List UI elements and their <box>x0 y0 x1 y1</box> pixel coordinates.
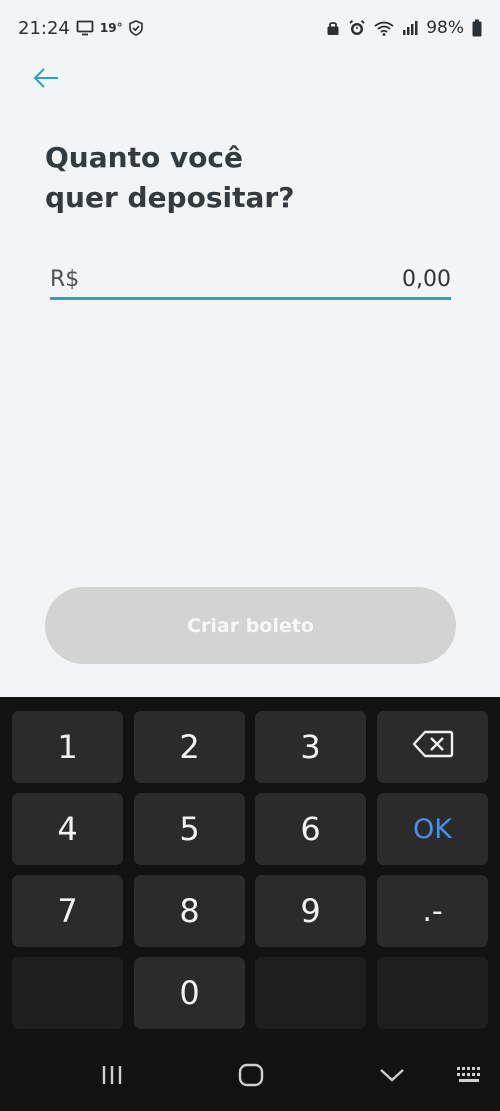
keyboard-toggle-button[interactable] <box>450 1059 490 1095</box>
status-right: 98% <box>326 18 482 38</box>
key-2[interactable]: 2 <box>134 711 245 783</box>
key-3[interactable]: 3 <box>255 711 366 783</box>
key-backspace[interactable] <box>377 711 488 783</box>
key-6[interactable]: 6 <box>255 793 366 865</box>
page-title: Quanto você quer depositar? <box>45 138 445 218</box>
amount-value: 0,00 <box>402 267 451 292</box>
status-left: 21:24 19° <box>18 18 143 39</box>
wifi-icon <box>374 20 394 36</box>
key-8[interactable]: 8 <box>134 875 245 947</box>
back-nav-button[interactable] <box>372 1059 412 1095</box>
create-boleto-button[interactable]: Criar boleto <box>45 587 456 664</box>
monitor-icon <box>76 20 94 36</box>
keyboard-icon <box>456 1066 484 1088</box>
arrow-left-icon <box>32 67 60 93</box>
key-9[interactable]: 9 <box>255 875 366 947</box>
currency-label: R$ <box>50 267 80 292</box>
home-button[interactable] <box>231 1059 271 1095</box>
key-empty-middle <box>255 957 366 1029</box>
key-1[interactable]: 1 <box>12 711 123 783</box>
key-symbols[interactable]: .- <box>377 875 488 947</box>
page-title-line-1: Quanto você <box>45 141 244 174</box>
key-5[interactable]: 5 <box>134 793 245 865</box>
key-7[interactable]: 7 <box>12 875 123 947</box>
alarm-icon <box>348 19 366 37</box>
shield-check-icon <box>128 20 143 36</box>
lock-icon <box>326 20 340 36</box>
status-temperature: 19° <box>99 21 123 35</box>
signal-icon <box>402 20 418 36</box>
key-empty-left <box>12 957 123 1029</box>
key-empty-right <box>377 957 488 1029</box>
status-time: 21:24 <box>18 17 70 39</box>
key-0[interactable]: 0 <box>134 957 245 1029</box>
key-ok[interactable]: OK <box>377 793 488 865</box>
recent-apps-icon <box>100 1064 124 1090</box>
home-icon <box>238 1063 264 1091</box>
recent-apps-button[interactable] <box>92 1059 132 1095</box>
numeric-keyboard: 1 2 3 4 5 6 OK 7 8 9 .- 0 <box>0 697 500 1041</box>
page-title-line-2: quer depositar? <box>45 181 295 214</box>
chevron-down-icon <box>379 1067 405 1087</box>
back-button[interactable] <box>28 62 64 98</box>
battery-percentage: 98% <box>426 18 464 38</box>
battery-icon <box>472 19 482 37</box>
key-4[interactable]: 4 <box>12 793 123 865</box>
system-nav-bar <box>0 1041 500 1111</box>
amount-input[interactable]: R$ 0,00 <box>50 262 451 300</box>
backspace-icon <box>412 728 454 766</box>
status-bar: 21:24 19° 98% <box>0 0 500 56</box>
